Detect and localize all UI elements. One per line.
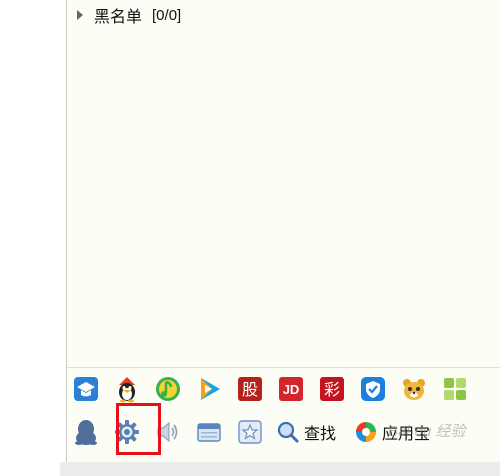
contact-list-panel: 黑名单 [0/0] 股 JD 彩 查找 应用宝 — [66, 0, 500, 476]
lottery-icon-text: 彩 — [324, 380, 340, 399]
qq-main-panel-screenshot: 黑名单 [0/0] 股 JD 彩 查找 应用宝 Bai·du 经验 — [0, 0, 500, 476]
lottery-icon[interactable]: 彩 — [317, 374, 347, 404]
qq-music-icon[interactable] — [153, 374, 183, 404]
jd-icon[interactable]: JD — [276, 374, 306, 404]
qq-main-menu-icon[interactable] — [71, 417, 101, 447]
settings-gear-icon[interactable] — [112, 417, 142, 447]
stock-icon-text: 股 — [242, 380, 258, 399]
qq-penguin-game-icon[interactable] — [112, 374, 142, 404]
magnifier-icon — [277, 421, 299, 443]
group-blacklist[interactable]: 黑名单 [0/0] — [77, 4, 181, 26]
app-shortcut-toolbar: 股 JD 彩 — [71, 374, 481, 404]
favorites-icon[interactable] — [235, 417, 265, 447]
folder-icon[interactable] — [194, 417, 224, 447]
toolbar-divider — [67, 367, 500, 368]
bottom-status-strip — [60, 462, 500, 476]
sound-icon[interactable] — [153, 417, 183, 447]
app-store-icon — [356, 422, 377, 442]
jd-icon-text: JD — [283, 382, 300, 397]
app-store-label: 应用宝 — [382, 424, 431, 443]
apps-grid-icon[interactable] — [440, 374, 470, 404]
find-button[interactable]: 查找 — [276, 420, 336, 444]
security-shield-icon[interactable] — [358, 374, 388, 404]
group-name: 黑名单 — [94, 7, 143, 26]
group-count: [0/0] — [152, 6, 182, 24]
main-menu-toolbar: 查找 应用宝 — [71, 417, 448, 447]
stock-icon[interactable]: 股 — [235, 374, 265, 404]
pet-icon[interactable] — [399, 374, 429, 404]
find-label: 查找 — [304, 424, 337, 443]
expand-arrow-icon[interactable] — [77, 10, 83, 20]
video-play-icon[interactable] — [194, 374, 224, 404]
school-cap-icon[interactable] — [71, 374, 101, 404]
app-store-button[interactable]: 应用宝 — [354, 420, 430, 444]
